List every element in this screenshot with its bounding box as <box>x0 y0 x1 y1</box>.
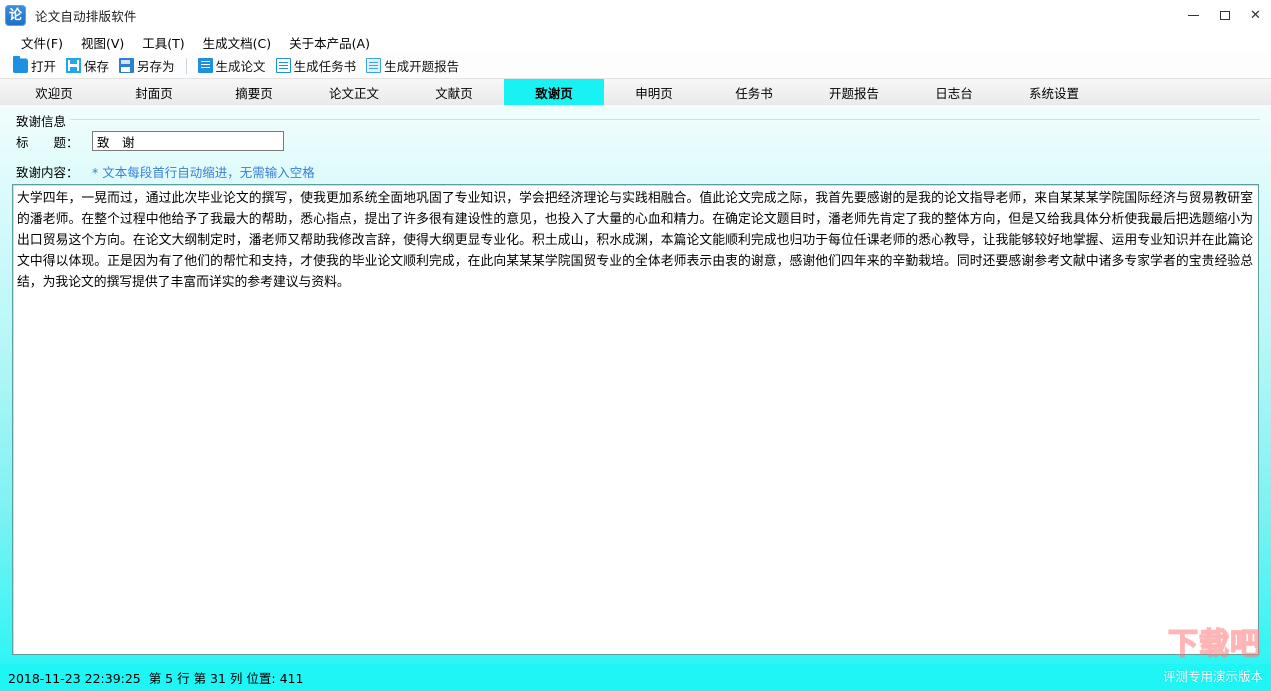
acknowledgement-page: 致谢信息 标 题： 致谢内容： * 文本每段首行自动缩进，无需输入空格 大学四年… <box>0 105 1271 664</box>
toolbar-generate-thesis-label: 生成论文 <box>215 59 266 74</box>
tab-task-book[interactable]: 任务书 <box>704 79 804 105</box>
toolbar-open[interactable]: 打开 <box>8 55 61 76</box>
tab-cover[interactable]: 封面页 <box>104 79 204 105</box>
save-as-icon <box>119 58 135 73</box>
content-field-label: 致谢内容： <box>16 165 79 180</box>
tab-bar: 欢迎页 封面页 摘要页 论文正文 文献页 致谢页 申明页 任务书 开题报告 日志… <box>0 79 1271 105</box>
tab-acknowledgement[interactable]: 致谢页 <box>504 79 604 105</box>
menu-generate-document[interactable]: 生成文档(C) <box>194 31 280 54</box>
maximize-button[interactable] <box>1209 3 1240 29</box>
application-window: 论 论文自动排版软件 ✕ 文件(F) 视图(V) 工具(T) 生成文档(C) 关… <box>0 0 1271 691</box>
status-bar: 2018-11-23 22:39:25 第 5 行 第 31 列 位置: 411 <box>0 664 1271 691</box>
menu-file[interactable]: 文件(F) <box>12 31 72 54</box>
group-box-divider <box>70 119 1260 120</box>
minimize-button[interactable] <box>1178 3 1209 29</box>
menu-tools[interactable]: 工具(T) <box>133 31 193 54</box>
toolbar: 打开 保存 另存为 生成论文 生成任务书 生成开题报告 <box>0 53 1271 79</box>
window-title: 论文自动排版软件 <box>35 9 137 24</box>
toolbar-open-label: 打开 <box>31 59 57 74</box>
tab-body[interactable]: 论文正文 <box>304 79 404 105</box>
content-hint-row: 致谢内容： * 文本每段首行自动缩进，无需输入空格 <box>16 162 315 181</box>
group-box-label: 致谢信息 <box>16 114 67 129</box>
status-text: 2018-11-23 22:39:25 第 5 行 第 31 列 位置: 411 <box>8 671 304 686</box>
tab-system-settings[interactable]: 系统设置 <box>1004 79 1104 105</box>
title-bar: 论 论文自动排版软件 ✕ <box>0 0 1271 31</box>
menu-bar: 文件(F) 视图(V) 工具(T) 生成文档(C) 关于本产品(A) <box>0 31 1271 53</box>
toolbar-save[interactable]: 保存 <box>61 55 114 76</box>
toolbar-generate-task-book-label: 生成任务书 <box>293 59 357 74</box>
minimize-icon <box>1188 15 1199 16</box>
menu-view[interactable]: 视图(V) <box>72 31 133 54</box>
tab-references[interactable]: 文献页 <box>404 79 504 105</box>
maximize-icon <box>1219 11 1230 20</box>
tab-log-console[interactable]: 日志台 <box>904 79 1004 105</box>
title-field-row: 标 题： <box>16 131 284 151</box>
tab-proposal[interactable]: 开题报告 <box>804 79 904 105</box>
toolbar-save-as-label: 另存为 <box>137 59 175 74</box>
toolbar-save-label: 保存 <box>84 59 110 74</box>
window-controls: ✕ <box>1178 0 1271 31</box>
toolbar-save-as[interactable]: 另存为 <box>114 55 180 76</box>
folder-open-icon <box>13 56 28 73</box>
content-hint-text: * 文本每段首行自动缩进，无需输入空格 <box>92 165 315 180</box>
document-pale-icon <box>366 58 382 73</box>
document-outline-icon <box>275 58 291 73</box>
tab-abstract[interactable]: 摘要页 <box>204 79 304 105</box>
toolbar-generate-proposal[interactable]: 生成开题报告 <box>361 55 464 76</box>
toolbar-separator <box>185 57 187 74</box>
title-field-label: 标 题： <box>16 134 79 150</box>
tab-declaration[interactable]: 申明页 <box>604 79 704 105</box>
title-input[interactable] <box>92 131 284 151</box>
content-textarea[interactable]: 大学四年，一晃而过，通过此次毕业论文的撰写，使我更加系统全面地巩固了专业知识，学… <box>12 184 1259 655</box>
app-logo-icon: 论 <box>5 5 26 26</box>
toolbar-generate-proposal-label: 生成开题报告 <box>384 59 460 74</box>
toolbar-generate-thesis[interactable]: 生成论文 <box>193 55 271 76</box>
page-content: 致谢信息 标 题： 致谢内容： * 文本每段首行自动缩进，无需输入空格 大学四年… <box>8 105 1263 664</box>
content-textarea-text: 大学四年，一晃而过，通过此次毕业论文的撰写，使我更加系统全面地巩固了专业知识，学… <box>17 191 1253 290</box>
toolbar-generate-task-book[interactable]: 生成任务书 <box>271 55 362 76</box>
tab-welcome[interactable]: 欢迎页 <box>4 79 104 105</box>
document-blue-icon <box>197 58 213 73</box>
close-button[interactable]: ✕ <box>1240 3 1271 29</box>
menu-about[interactable]: 关于本产品(A) <box>280 31 379 54</box>
floppy-save-icon <box>66 58 82 73</box>
